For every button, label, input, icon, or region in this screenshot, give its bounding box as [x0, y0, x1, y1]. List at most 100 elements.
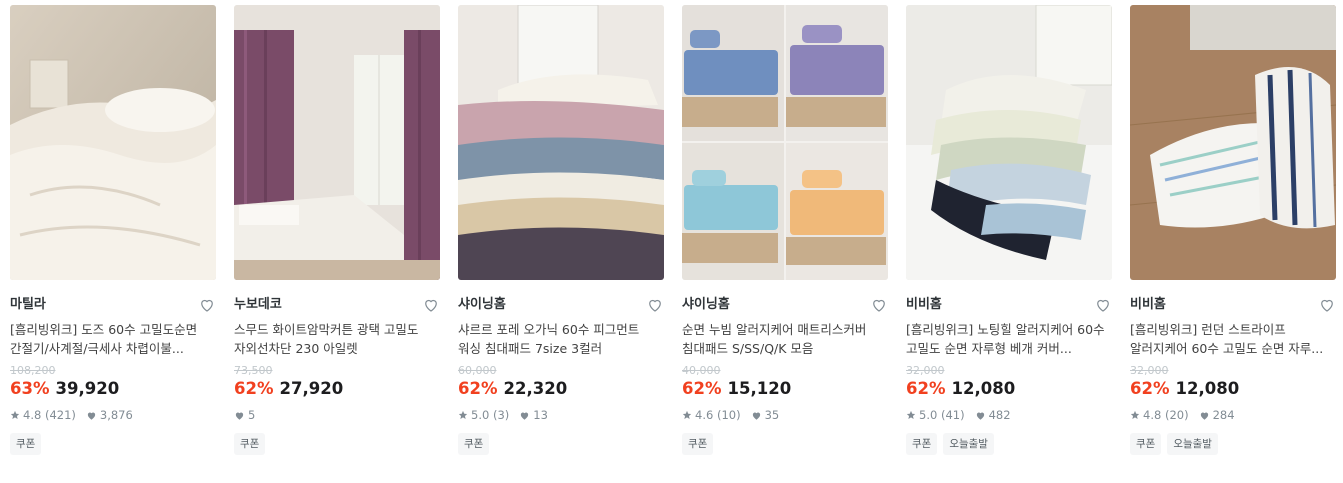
wishlist-heart-icon[interactable]: [646, 296, 664, 314]
product-image-bedpads[interactable]: [458, 5, 664, 280]
sale-price: 39,920: [55, 379, 120, 398]
original-price: 32,000: [1130, 364, 1169, 377]
rating-value: 5.0: [471, 408, 490, 422]
star-icon: [682, 410, 692, 419]
product-card[interactable]: 비비홈 [흠리빙위크] 노팅힐 알러지케어 60수 고밀도 순면 자루형 베개 …: [906, 5, 1112, 455]
star-icon: [458, 410, 468, 419]
like-count: 13: [533, 408, 548, 422]
sale-price: 12,080: [951, 379, 1016, 398]
badge-list: 쿠폰 오늘출발: [1130, 433, 1336, 455]
rating: 4.6 (10): [682, 407, 741, 423]
brand-name[interactable]: 마틸라: [10, 295, 216, 315]
brand-name[interactable]: 비비홈: [906, 295, 1112, 315]
product-title[interactable]: [흠리빙위크] 노팅힐 알러지케어 60수 고밀도 순면 자루형 베개 커버..…: [906, 320, 1112, 358]
sale-price: 12,080: [1175, 379, 1240, 398]
review-count: (41): [940, 408, 965, 422]
price-row: 62% 27,920: [234, 377, 440, 401]
product-grid: 마틸라 [흠리빙위크] 도즈 60수 고밀도순면 간절기/사계절/극세사 차렵이…: [0, 0, 1343, 483]
likes: 35: [751, 407, 780, 423]
review-count: (3): [492, 408, 510, 422]
heart-icon: [976, 412, 984, 420]
product-stats: 4.8 (20) 284: [1130, 407, 1336, 423]
wishlist-heart-icon[interactable]: [198, 296, 216, 314]
product-image-mattress-covers[interactable]: [682, 5, 888, 280]
rating: 4.8 (421): [10, 407, 76, 423]
heart-icon: [87, 412, 96, 420]
same-day-shipping-badge: 오늘출발: [943, 433, 994, 455]
product-card[interactable]: 누보데코 스무드 화이트암막커튼 광택 고밀도 자외선차단 230 아일렛 73…: [234, 5, 440, 455]
rating-value: 4.8: [1143, 408, 1162, 422]
review-count: (20): [1164, 408, 1189, 422]
coupon-badge: 쿠폰: [906, 433, 938, 455]
wishlist-heart-icon[interactable]: [870, 296, 888, 314]
product-image-pillows[interactable]: [906, 5, 1112, 280]
sale-price: 15,120: [727, 379, 792, 398]
rating: 5.0 (41): [906, 407, 965, 423]
original-price: 40,000: [682, 364, 721, 377]
product-image-striped-pillows[interactable]: [1130, 5, 1336, 280]
product-stats: 5.0 (41) 482: [906, 407, 1112, 423]
price-row: 62% 22,320: [458, 377, 664, 401]
price-row: 63% 39,920: [10, 377, 216, 401]
wishlist-heart-icon[interactable]: [1094, 296, 1112, 314]
product-card[interactable]: 마틸라 [흠리빙위크] 도즈 60수 고밀도순면 간절기/사계절/극세사 차렵이…: [10, 5, 216, 455]
likes: 482: [975, 407, 1011, 423]
rating-value: 4.6: [695, 408, 714, 422]
heart-icon: [1200, 412, 1208, 420]
price-row: 62% 12,080: [1130, 377, 1336, 401]
brand-name[interactable]: 샤이닝홈: [458, 295, 664, 315]
discount-rate: 62%: [1130, 379, 1170, 398]
like-count: 482: [988, 408, 1011, 422]
coupon-badge: 쿠폰: [458, 433, 490, 455]
product-stats: 5: [234, 407, 440, 423]
like-count: 3,876: [99, 408, 133, 422]
product-title[interactable]: 스무드 화이트암막커튼 광택 고밀도 자외선차단 230 아일렛: [234, 320, 440, 358]
product-title[interactable]: [흠리빙위크] 런던 스트라이프 알러지케어 60수 고밀도 순면 자루...: [1130, 320, 1336, 358]
rating-value: 5.0: [919, 408, 938, 422]
discount-rate: 62%: [458, 379, 498, 398]
original-price: 32,000: [906, 364, 945, 377]
wishlist-heart-icon[interactable]: [1318, 296, 1336, 314]
star-icon: [1130, 410, 1140, 419]
product-image-curtain[interactable]: [234, 5, 440, 280]
review-count: (10): [716, 408, 741, 422]
rating: 4.8 (20): [1130, 407, 1189, 423]
product-title[interactable]: [흠리빙위크] 도즈 60수 고밀도순면 간절기/사계절/극세사 차렵이불...: [10, 320, 216, 358]
product-stats: 4.6 (10) 35: [682, 407, 888, 423]
product-title[interactable]: 순면 누빔 알러지케어 매트리스커버 침대패드 S/SS/Q/K 모음: [682, 320, 888, 358]
product-card[interactable]: 샤이닝홈 샤르르 포레 오가닉 60수 피그먼트 워싱 침대패드 7size 3…: [458, 5, 664, 455]
product-card[interactable]: 샤이닝홈 순면 누빔 알러지케어 매트리스커버 침대패드 S/SS/Q/K 모음…: [682, 5, 888, 455]
brand-name[interactable]: 샤이닝홈: [682, 295, 888, 315]
likes: 13: [519, 407, 548, 423]
likes: 3,876: [86, 407, 133, 423]
likes: 5: [234, 407, 255, 423]
heart-icon: [235, 412, 244, 420]
product-card[interactable]: 비비홈 [흠리빙위크] 런던 스트라이프 알러지케어 60수 고밀도 순면 자루…: [1130, 5, 1336, 455]
review-count: (421): [44, 408, 76, 422]
like-count: 35: [764, 408, 780, 422]
product-title[interactable]: 샤르르 포레 오가닉 60수 피그먼트 워싱 침대패드 7size 3컬러: [458, 320, 664, 358]
coupon-badge: 쿠폰: [234, 433, 266, 455]
likes: 284: [1199, 407, 1235, 423]
coupon-badge: 쿠폰: [682, 433, 714, 455]
discount-rate: 62%: [682, 379, 722, 398]
badge-list: 쿠폰: [682, 433, 888, 455]
badge-list: 쿠폰 오늘출발: [906, 433, 1112, 455]
discount-rate: 62%: [234, 379, 274, 398]
star-icon: [906, 410, 916, 419]
sale-price: 27,920: [279, 379, 344, 398]
wishlist-heart-icon[interactable]: [422, 296, 440, 314]
discount-rate: 62%: [906, 379, 946, 398]
like-count: 284: [1212, 408, 1235, 422]
product-stats: 4.8 (421) 3,876: [10, 407, 216, 423]
coupon-badge: 쿠폰: [10, 433, 42, 455]
brand-name[interactable]: 비비홈: [1130, 295, 1336, 315]
original-price: 60,000: [458, 364, 497, 377]
discount-rate: 63%: [10, 379, 50, 398]
product-image-duvet[interactable]: [10, 5, 216, 280]
like-count: 5: [248, 408, 256, 422]
rating-value: 4.8: [23, 408, 42, 422]
price-row: 62% 12,080: [906, 377, 1112, 401]
brand-name[interactable]: 누보데코: [234, 295, 440, 315]
rating: 5.0 (3): [458, 407, 509, 423]
